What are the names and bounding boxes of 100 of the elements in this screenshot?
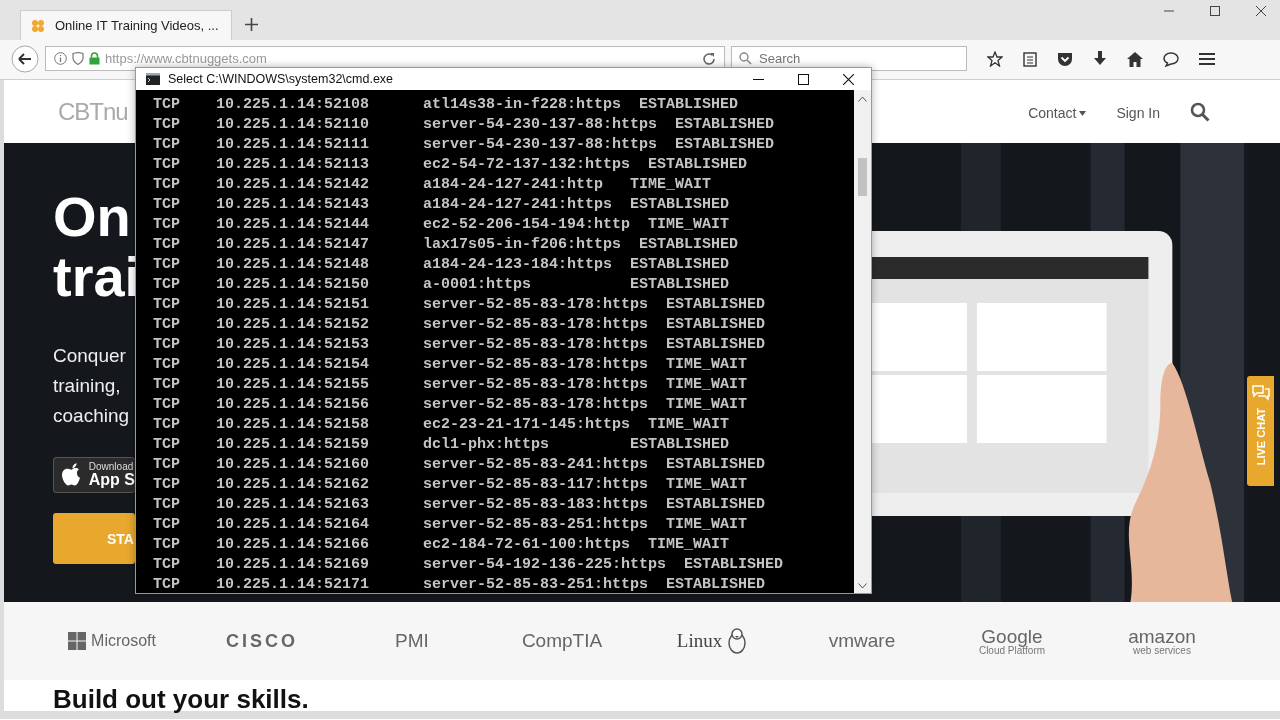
protocol-text: TCP	[153, 475, 181, 493]
flower-icon	[31, 18, 45, 33]
search-icon[interactable]	[1190, 101, 1210, 122]
protocol-text: TCP	[153, 355, 181, 373]
nav-link[interactable]: Sign In	[1116, 102, 1160, 121]
connection-state: ESTABLISHED	[666, 335, 766, 353]
local-address: 10.225.1.14:52162	[216, 475, 371, 493]
foreign-address: server-52-85-83-178:https	[423, 295, 649, 313]
partner-logo: CompTIA	[521, 630, 603, 652]
connection-state: TIME_WAIT	[666, 515, 748, 533]
close-icon[interactable]	[843, 73, 854, 85]
connection-state: ESTABLISHED	[666, 575, 766, 593]
connection-state: ESTABLISHED	[666, 455, 766, 473]
local-address: 10.225.1.14:52110	[216, 115, 371, 133]
connection-state: ESTABLISHED	[630, 275, 730, 293]
foreign-address: atl14s38-in-f228:https	[423, 95, 622, 113]
local-address: 10.225.1.14:52156	[216, 395, 371, 413]
scrollbar-thumb[interactable]	[858, 158, 867, 196]
foreign-address: server-54-192-136-225:https	[423, 555, 667, 573]
close-icon[interactable]	[1256, 6, 1266, 16]
foreign-address: server-52-85-83-178:https	[423, 375, 649, 393]
partner-logo: Linux	[676, 630, 723, 652]
connection-state: ESTABLISHED	[666, 495, 766, 513]
protocol-text: TCP	[153, 195, 181, 213]
protocol-text: TCP	[153, 155, 181, 173]
local-address: 10.225.1.14:52158	[216, 415, 371, 433]
maximize-icon[interactable]	[1210, 6, 1220, 16]
local-address: 10.225.1.14:52142	[216, 175, 371, 193]
foreign-address: server-52-85-83-251:https	[423, 515, 649, 533]
download-icon[interactable]	[1093, 51, 1107, 67]
local-address: 10.225.1.14:52143	[216, 195, 371, 213]
connection-state: ESTABLISHED	[639, 235, 739, 253]
scrollbar[interactable]	[854, 90, 871, 593]
connection-state: TIME_WAIT	[666, 375, 748, 393]
protocol-text: TCP	[153, 135, 181, 153]
section-heading: Build out your skills.	[53, 684, 310, 714]
chat-bubbles-icon	[1250, 384, 1271, 402]
protocol-text: TCP	[153, 235, 181, 253]
connection-state: ESTABLISHED	[666, 295, 766, 313]
chat-icon[interactable]	[1163, 51, 1179, 67]
back-icon[interactable]	[11, 45, 39, 73]
pocket-icon[interactable]	[1057, 51, 1073, 67]
shield-icon	[72, 52, 84, 65]
protocol-text: TCP	[153, 255, 181, 273]
local-address: 10.225.1.14:52144	[216, 215, 371, 233]
local-address: 10.225.1.14:52150	[216, 275, 371, 293]
info-icon	[54, 52, 67, 65]
lock-icon	[89, 52, 100, 65]
partner-logo: Microsoft	[91, 632, 156, 650]
protocol-text: TCP	[153, 375, 181, 393]
window-title: Select C:\WINDOWS\system32\cmd.exe	[168, 72, 394, 86]
app-store-button[interactable]: Download App S	[53, 457, 135, 493]
protocol-text: TCP	[153, 175, 181, 193]
protocol-text: TCP	[153, 395, 181, 413]
partner-logo: Google	[981, 626, 1043, 646]
menu-icon[interactable]	[1199, 52, 1215, 66]
protocol-text: TCP	[153, 275, 181, 293]
console-icon	[146, 73, 160, 85]
penguin-icon	[727, 628, 748, 654]
foreign-address: ec2-54-72-137-132:https	[423, 155, 631, 173]
local-address: 10.225.1.14:52154	[216, 355, 371, 373]
connection-state: ESTABLISHED	[630, 255, 730, 273]
protocol-text: TCP	[153, 515, 181, 533]
clipboard-icon[interactable]	[1023, 51, 1037, 67]
local-address: 10.225.1.14:52160	[216, 455, 371, 473]
search-field[interactable]: Search	[731, 46, 967, 71]
protocol-text: TCP	[153, 295, 181, 313]
protocol-text: TCP	[153, 575, 181, 593]
browser-tab[interactable]: Online IT Training Videos, ...	[20, 10, 232, 40]
local-address: 10.225.1.14:52151	[216, 295, 371, 313]
partner-logo: PMI	[395, 630, 429, 652]
foreign-address: server-52-85-83-178:https	[423, 355, 649, 373]
maximize-icon[interactable]	[798, 73, 809, 85]
connection-state: TIME_WAIT	[666, 355, 748, 373]
home-icon[interactable]	[1127, 51, 1143, 67]
foreign-address: a184-24-123-184:https	[423, 255, 613, 273]
local-address: 10.225.1.14:52153	[216, 335, 371, 353]
protocol-text: TCP	[153, 115, 181, 133]
partner-logo: amazon	[1128, 626, 1196, 646]
plus-icon[interactable]	[245, 18, 258, 31]
foreign-address: server-54-230-137-88:https	[423, 135, 658, 153]
protocol-text: TCP	[153, 335, 181, 353]
connection-state: TIME_WAIT	[648, 215, 730, 233]
protocol-text: TCP	[153, 215, 181, 233]
reload-icon[interactable]	[702, 51, 716, 66]
partner-subtitle: Cloud Platform	[978, 645, 1046, 656]
protocol-text: TCP	[153, 455, 181, 473]
hero-text: coaching	[53, 404, 131, 428]
local-address: 10.225.1.14:52169	[216, 555, 371, 573]
connection-state: TIME_WAIT	[666, 395, 748, 413]
local-address: 10.225.1.14:52148	[216, 255, 371, 273]
connection-state: ESTABLISHED	[666, 315, 766, 333]
protocol-text: TCP	[153, 315, 181, 333]
star-icon[interactable]	[987, 51, 1003, 67]
partner-logo: vmware	[828, 630, 896, 652]
protocol-text: TCP	[153, 435, 181, 453]
nav-link[interactable]: Contact	[1028, 102, 1087, 121]
hero-heading: On	[53, 187, 132, 247]
foreign-address: server-52-85-83-178:https	[423, 335, 649, 353]
connection-state: ESTABLISHED	[639, 95, 739, 113]
